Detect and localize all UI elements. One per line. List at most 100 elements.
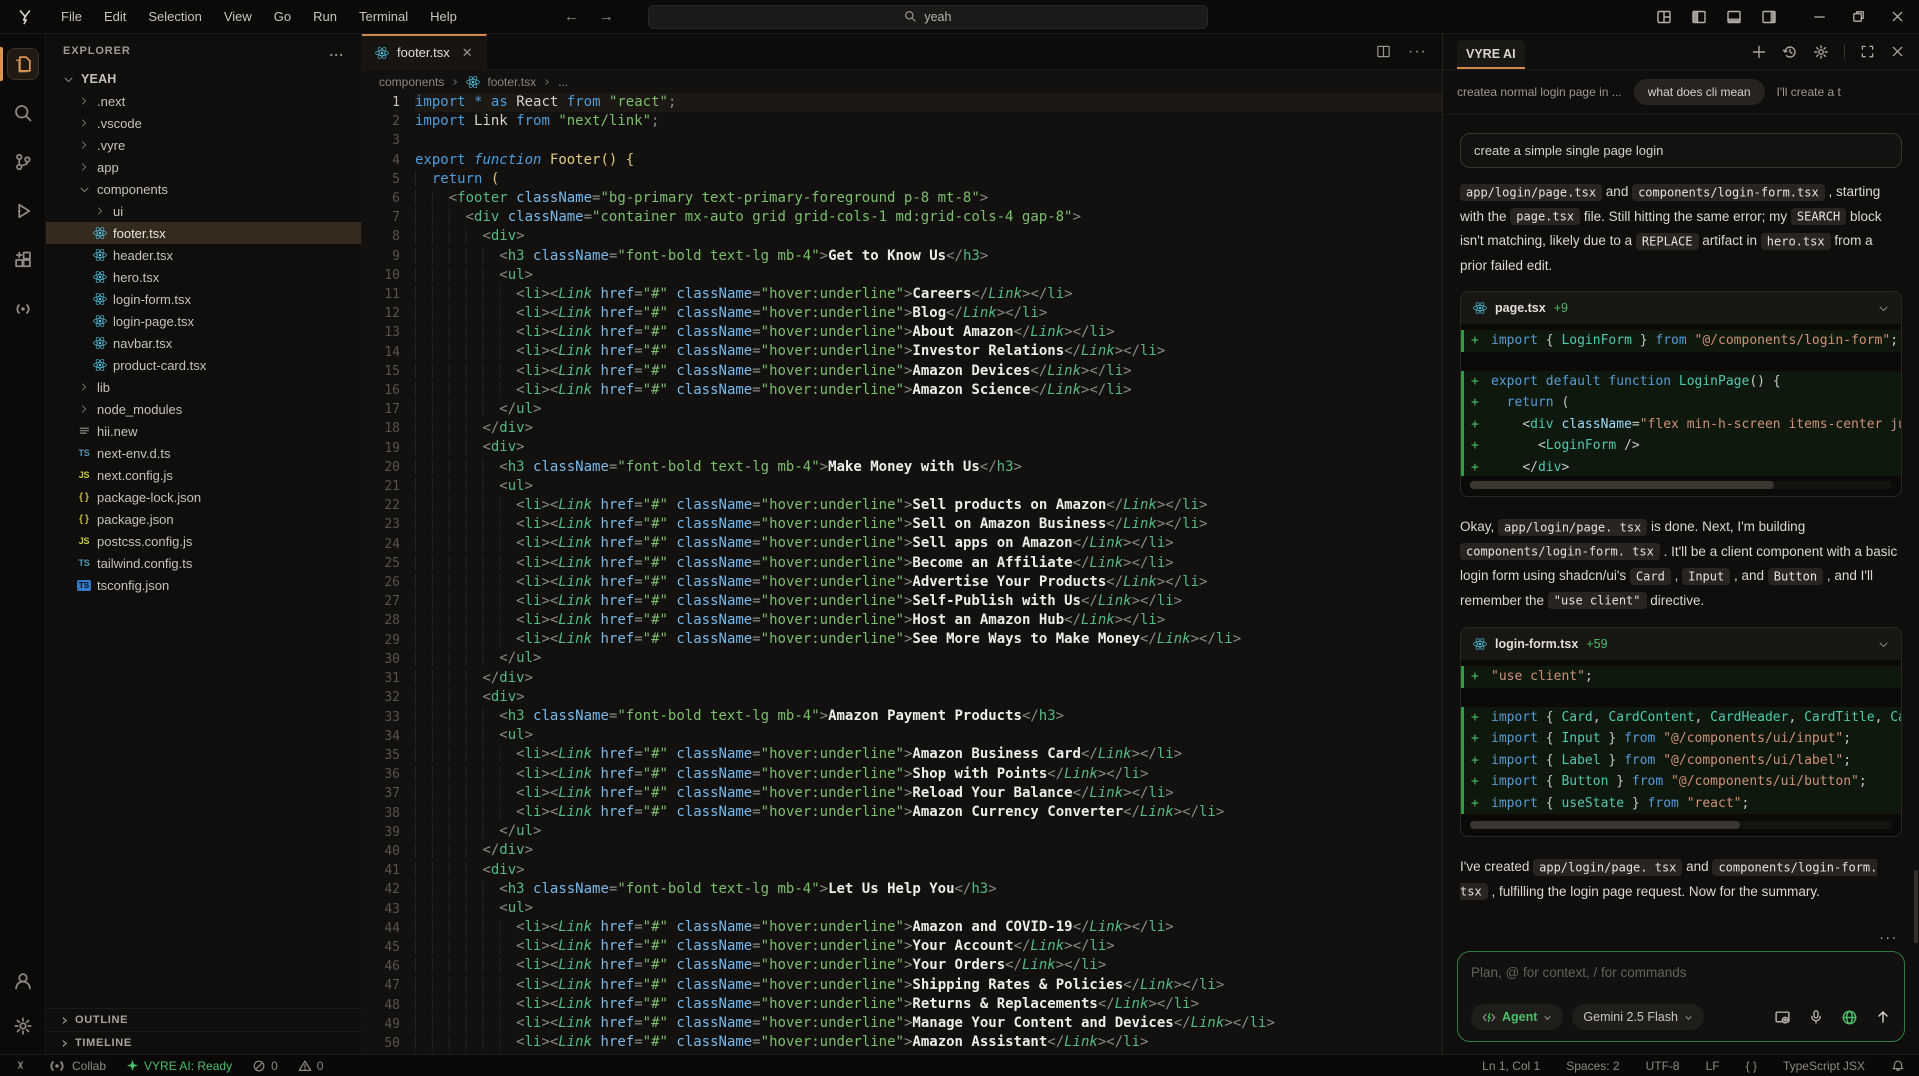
code-line[interactable]: <div> — [415, 438, 1442, 457]
code-line[interactable]: <h3 className="font-bold text-lg mb-4">G… — [415, 247, 1442, 266]
code-line[interactable]: import * as React from "react"; — [415, 93, 1442, 112]
status-utf-8[interactable]: UTF-8 — [1646, 1059, 1680, 1073]
chevron-down-icon[interactable] — [1878, 639, 1889, 650]
code-line[interactable]: <li><Link href="#" className="hover:unde… — [415, 803, 1442, 822]
tree-item--vyre[interactable]: .vyre — [46, 134, 361, 156]
nav-back-icon[interactable]: ← — [564, 8, 579, 25]
code-line[interactable]: <footer className="bg-primary text-prima… — [415, 189, 1442, 208]
code-line[interactable]: <li><Link href="#" className="hover:unde… — [415, 1014, 1442, 1033]
code-line[interactable]: <li><Link href="#" className="hover:unde… — [415, 611, 1442, 630]
status-remote[interactable] — [14, 1059, 27, 1072]
tree-item-login-page-tsx[interactable]: login-page.tsx — [46, 310, 361, 332]
code-line[interactable]: </div> — [415, 419, 1442, 438]
chat-input-box[interactable]: Plan, @ for context, / for commands Agen… — [1457, 951, 1905, 1042]
code-line[interactable]: <li><Link href="#" className="hover:unde… — [415, 285, 1442, 304]
code-line[interactable]: import Link from "next/link"; — [415, 112, 1442, 131]
activity-source-control[interactable] — [7, 146, 39, 178]
code-line[interactable]: <li><Link href="#" className="hover:unde… — [415, 784, 1442, 803]
code-line[interactable]: </ul> — [415, 400, 1442, 419]
tree-item-navbar-tsx[interactable]: navbar.tsx — [46, 332, 361, 354]
message-more-button[interactable]: ... — [1464, 926, 1898, 943]
code-line[interactable]: <li><Link href="#" className="hover:unde… — [415, 534, 1442, 553]
code-line[interactable]: <li><Link href="#" className="hover:unde… — [415, 592, 1442, 611]
status-sparkle[interactable]: VYRE AI: Ready — [126, 1059, 232, 1073]
status-warning[interactable]: 0 — [298, 1059, 324, 1073]
tree-item-postcss-config-js[interactable]: JSpostcss.config.js — [46, 530, 361, 552]
history-pill[interactable]: createa normal login page in ... — [1457, 85, 1622, 99]
tree-item-tailwind-config-ts[interactable]: TStailwind.config.ts — [46, 552, 361, 574]
menu-terminal[interactable]: Terminal — [348, 5, 419, 28]
tree-root[interactable]: YEAH — [46, 68, 361, 90]
code-line[interactable]: </div> — [415, 669, 1442, 688]
status-ln-1-col-1[interactable]: Ln 1, Col 1 — [1482, 1059, 1540, 1073]
code-line[interactable]: <li><Link href="#" className="hover:unde… — [415, 976, 1442, 995]
menu-selection[interactable]: Selection — [137, 5, 212, 28]
input-globe-icon[interactable] — [1841, 1009, 1858, 1026]
window-close-icon[interactable] — [1890, 9, 1905, 24]
menu-file[interactable]: File — [50, 5, 93, 28]
tree-item-package-lock-json[interactable]: { }package-lock.json — [46, 486, 361, 508]
code-line[interactable]: <li><Link href="#" className="hover:unde… — [415, 1033, 1442, 1052]
activity-search[interactable] — [7, 97, 39, 129]
activity-settings[interactable] — [7, 1010, 39, 1042]
card-header[interactable]: login-form.tsx+59 — [1461, 628, 1901, 660]
tree-item-hero-tsx[interactable]: hero.tsx — [46, 266, 361, 288]
panel-close-icon[interactable] — [1890, 44, 1905, 59]
code-line[interactable]: </ul> — [415, 649, 1442, 668]
tree-item--vscode[interactable]: .vscode — [46, 112, 361, 134]
tree-item-lib[interactable]: lib — [46, 376, 361, 398]
status-spaces-2[interactable]: Spaces: 2 — [1566, 1059, 1619, 1073]
split-editor-icon[interactable] — [1376, 44, 1391, 59]
code-line[interactable]: <h3 className="font-bold text-lg mb-4">A… — [415, 707, 1442, 726]
code-line[interactable]: <li><Link href="#" className="hover:unde… — [415, 1052, 1442, 1054]
tree-item-footer-tsx[interactable]: footer.tsx — [46, 222, 361, 244]
status-lf[interactable]: LF — [1706, 1059, 1720, 1073]
code-line[interactable]: <ul> — [415, 899, 1442, 918]
panel-left-icon[interactable] — [1691, 9, 1707, 25]
editor-more-icon[interactable]: ··· — [1408, 43, 1427, 61]
code-line[interactable]: <li><Link href="#" className="hover:unde… — [415, 381, 1442, 400]
activity-files[interactable] — [7, 48, 39, 80]
code-line[interactable]: <li><Link href="#" className="hover:unde… — [415, 342, 1442, 361]
nav-forward-icon[interactable]: → — [599, 8, 614, 25]
code-line[interactable]: <li><Link href="#" className="hover:unde… — [415, 745, 1442, 764]
activity-account[interactable] — [7, 965, 39, 997]
history-pill[interactable]: what does cli mean — [1634, 79, 1765, 105]
code-line[interactable]: <li><Link href="#" className="hover:unde… — [415, 630, 1442, 649]
activity-broadcast[interactable] — [7, 293, 39, 325]
tab-close-icon[interactable]: ✕ — [462, 45, 473, 61]
explorer-more-icon[interactable]: ... — [329, 43, 344, 59]
window-restore-icon[interactable] — [1851, 9, 1866, 24]
tree-item-components[interactable]: components — [46, 178, 361, 200]
card-h-scrollbar[interactable] — [1470, 821, 1892, 829]
panel-plus-icon[interactable] — [1751, 44, 1767, 60]
code-line[interactable]: <ul> — [415, 726, 1442, 745]
activity-extensions[interactable] — [7, 244, 39, 276]
tree-item-node-modules[interactable]: node_modules — [46, 398, 361, 420]
code-line[interactable]: <li><Link href="#" className="hover:unde… — [415, 515, 1442, 534]
tree-item-next-config-js[interactable]: JSnext.config.js — [46, 464, 361, 486]
tree-item-login-form-tsx[interactable]: login-form.tsx — [46, 288, 361, 310]
code-line[interactable]: <li><Link href="#" className="hover:unde… — [415, 362, 1442, 381]
panel-bottom-icon[interactable] — [1726, 9, 1742, 25]
code-line[interactable]: <div className="container mx-auto grid g… — [415, 208, 1442, 227]
code-line[interactable]: <li><Link href="#" className="hover:unde… — [415, 918, 1442, 937]
tree-item-next-env-d-ts[interactable]: TSnext-env.d.ts — [46, 442, 361, 464]
panel-history-icon[interactable] — [1782, 44, 1798, 60]
layout-grid-icon[interactable] — [1656, 9, 1672, 25]
code-line[interactable]: <h3 className="font-bold text-lg mb-4">M… — [415, 458, 1442, 477]
code-line[interactable]: <li><Link href="#" className="hover:unde… — [415, 765, 1442, 784]
code-line[interactable]: </div> — [415, 841, 1442, 860]
menu-help[interactable]: Help — [419, 5, 468, 28]
code-line[interactable] — [415, 131, 1442, 150]
code-line[interactable]: </ul> — [415, 822, 1442, 841]
chat-scrollbar[interactable] — [1914, 870, 1918, 943]
code-line[interactable]: <li><Link href="#" className="hover:unde… — [415, 937, 1442, 956]
code-line[interactable]: <li><Link href="#" className="hover:unde… — [415, 323, 1442, 342]
menu-go[interactable]: Go — [263, 5, 302, 28]
code-line[interactable]: <li><Link href="#" className="hover:unde… — [415, 304, 1442, 323]
code-line[interactable]: <li><Link href="#" className="hover:unde… — [415, 554, 1442, 573]
input-screenshot-icon[interactable] — [1774, 1009, 1791, 1026]
command-search-input[interactable]: yeah — [648, 5, 1208, 29]
model-selector[interactable]: Gemini 2.5 Flash — [1572, 1004, 1703, 1030]
